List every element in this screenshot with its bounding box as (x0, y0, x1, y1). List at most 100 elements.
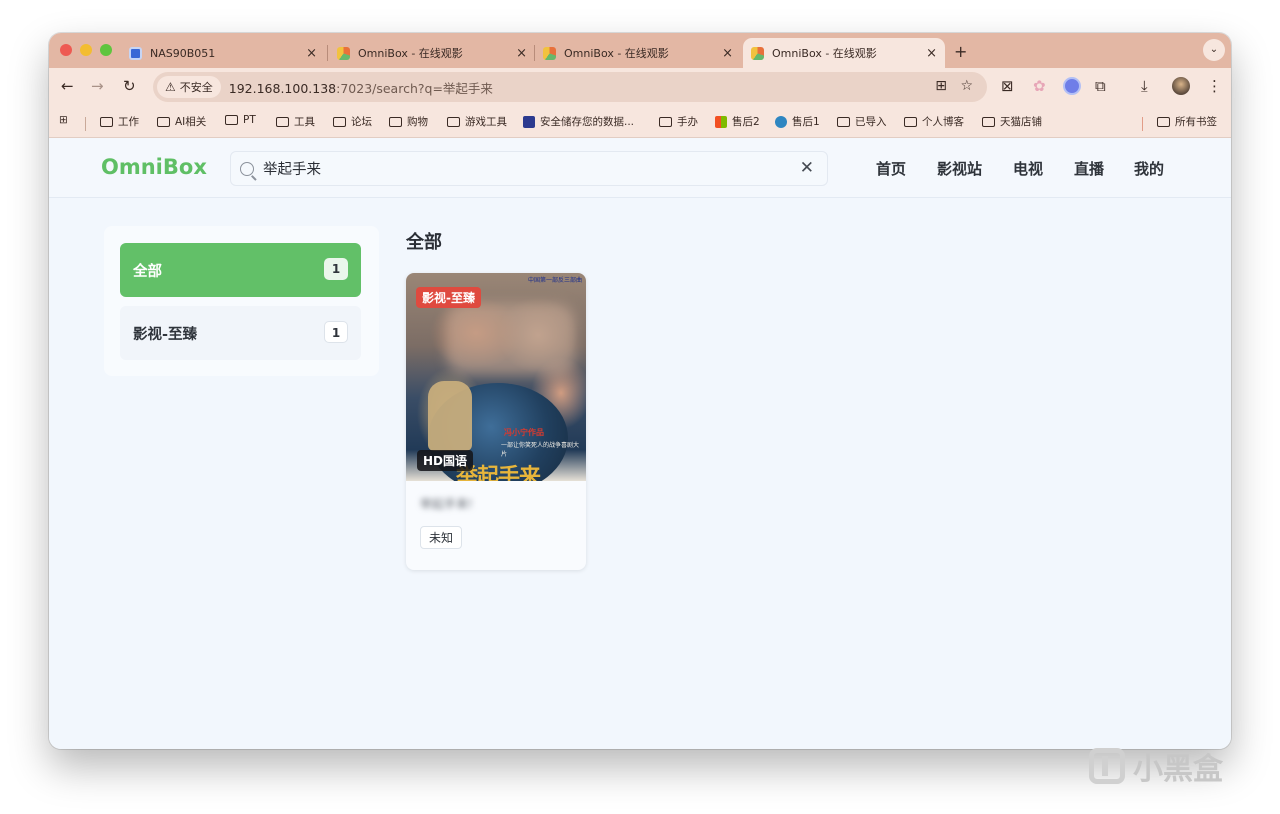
category-source[interactable]: 影视-至臻 1 (120, 306, 361, 360)
folder-icon (276, 116, 289, 127)
tab-title: OmniBox - 在线观影 (772, 47, 877, 60)
extension-icon[interactable] (1063, 77, 1081, 95)
extension-icon[interactable]: ✿ (1033, 77, 1046, 95)
profile-avatar[interactable] (1172, 77, 1190, 95)
card-title[interactable]: 举起手来! (420, 495, 473, 512)
tab-search-button[interactable]: ⌄ (1203, 39, 1225, 61)
bookmark-label: AI相关 (175, 116, 207, 128)
tab-close-icon[interactable]: × (516, 46, 527, 61)
download-icon[interactable]: ⤓ (1141, 77, 1148, 95)
nas-favicon-icon (129, 46, 142, 60)
translate-icon[interactable]: ⊞ (935, 78, 947, 94)
bookmark-folder[interactable]: 游戏工具 (447, 114, 507, 129)
bookmark-folder[interactable]: 天猫店铺 (982, 114, 1042, 129)
bookmark-folder[interactable]: AI相关 (157, 114, 206, 129)
folder-icon (1157, 116, 1170, 127)
bookmark-label: 售后2 (732, 116, 760, 128)
bookmark-folder[interactable]: 个人博客 (904, 114, 964, 129)
bookmark-link[interactable]: 安全储存您的数据... (523, 114, 634, 129)
result-card[interactable]: 中国第一部反三部曲 冯小宁作品 一部让你笑死人的战争喜剧大片 举起手来 影视-至… (406, 273, 586, 570)
folder-icon (333, 116, 346, 127)
bookmark-label: 工具 (294, 116, 315, 128)
category-count-badge: 1 (324, 258, 348, 280)
bookmark-folder[interactable]: 手办 (659, 114, 698, 129)
tab-nas[interactable]: NAS90B051 × (129, 38, 325, 68)
bookmark-label: 售后1 (792, 116, 820, 128)
menu-dots-icon[interactable]: ⋮ (1207, 77, 1222, 95)
forward-arrow-icon[interactable]: → (91, 77, 104, 95)
bookmark-link[interactable]: 售后1 (775, 114, 820, 129)
security-chip[interactable]: ⚠ 不安全 (157, 76, 221, 98)
back-arrow-icon[interactable]: ← (61, 77, 74, 95)
omnibox-favicon-icon (543, 46, 556, 60)
close-window-button[interactable] (60, 44, 72, 56)
bookmarks-bar: ⊞ 工作 AI相关 PT 工具 论坛 购物 游戏工具 安全储存您的数据... 手… (49, 106, 1231, 138)
minimize-window-button[interactable] (80, 44, 92, 56)
watermark-text: 小黑盒 (1133, 752, 1223, 787)
poster-blur-region (446, 303, 576, 375)
extensions-puzzle-icon[interactable]: ⧉ (1095, 77, 1106, 95)
bookmark-link[interactable]: 售后2 (715, 114, 760, 129)
tab-close-icon[interactable]: × (926, 46, 937, 61)
poster-figure (428, 381, 472, 451)
category-label: 全部 (133, 263, 162, 280)
url-text[interactable]: 192.168.100.138:7023/search?q=举起手来 (229, 78, 493, 97)
xiaoheihe-watermark: 小黑盒 (1089, 744, 1223, 788)
movie-poster[interactable]: 中国第一部反三部曲 冯小宁作品 一部让你笑死人的战争喜剧大片 举起手来 影视-至… (406, 273, 586, 481)
bookmark-folder[interactable]: 购物 (389, 114, 428, 129)
all-bookmarks-folder[interactable]: 所有书签 (1157, 114, 1217, 129)
source-badge: 影视-至臻 (416, 287, 481, 308)
tab-omnibox-active[interactable]: OmniBox - 在线观影 × (743, 38, 945, 68)
tab-omnibox-2[interactable]: OmniBox - 在线观影 × (543, 38, 741, 68)
new-tab-button[interactable]: + (954, 42, 967, 61)
folder-icon (225, 115, 238, 125)
folder-icon (100, 116, 113, 127)
page-content: OmniBox 举起手来 ✕ 首页 影视站 电视 直播 我的 全部 1 影视-至… (49, 138, 1231, 749)
screenshot-extension-icon[interactable]: ⊠ (1001, 77, 1014, 95)
nav-tv[interactable]: 电视 (1013, 158, 1043, 179)
omnibox-logo[interactable]: OmniBox (101, 155, 207, 179)
poster-top-text: 中国第一部反三部曲 (527, 277, 582, 284)
omnibox-favicon-icon (337, 46, 350, 60)
bookmark-folder[interactable]: 工作 (100, 114, 139, 129)
category-all[interactable]: 全部 1 (120, 243, 361, 297)
folder-icon (389, 116, 402, 127)
apps-grid-icon[interactable]: ⊞ (59, 114, 68, 126)
nav-home[interactable]: 首页 (876, 158, 906, 179)
browser-toolbar: ← → ↻ ⚠ 不安全 192.168.100.138:7023/search?… (49, 68, 1231, 106)
tab-close-icon[interactable]: × (306, 46, 317, 61)
bookmark-label: 已导入 (855, 116, 887, 128)
bookmark-folder[interactable]: 论坛 (333, 114, 372, 129)
bookmark-folder[interactable]: 已导入 (837, 114, 887, 129)
tab-separator (327, 45, 328, 61)
category-label: 影视-至臻 (133, 326, 198, 343)
clear-search-icon[interactable]: ✕ (800, 158, 814, 178)
bookmark-label: 天猫店铺 (1000, 116, 1042, 128)
url-path: :7023/search?q=举起手来 (336, 80, 493, 96)
bookmark-separator (1142, 117, 1143, 131)
folder-icon (659, 116, 672, 127)
bookmark-label: 论坛 (351, 116, 372, 128)
address-bar[interactable]: ⚠ 不安全 192.168.100.138:7023/search?q=举起手来… (153, 72, 987, 102)
bookmark-label: 工作 (118, 116, 139, 128)
nav-video-sites[interactable]: 影视站 (937, 158, 982, 179)
reload-icon[interactable]: ↻ (123, 77, 136, 95)
search-input[interactable]: 举起手来 (263, 158, 321, 179)
browser-window: NAS90B051 × OmniBox - 在线观影 × OmniBox - 在… (49, 33, 1231, 749)
bookmark-favicon-icon (523, 115, 535, 128)
tab-omnibox-1[interactable]: OmniBox - 在线观影 × (337, 38, 535, 68)
bookmark-star-icon[interactable]: ☆ (960, 78, 973, 94)
nav-mine[interactable]: 我的 (1134, 158, 1164, 179)
folder-icon (447, 116, 460, 127)
bookmark-folder[interactable]: 工具 (276, 114, 315, 129)
nav-live[interactable]: 直播 (1074, 158, 1104, 179)
tab-strip: NAS90B051 × OmniBox - 在线观影 × OmniBox - 在… (49, 33, 1231, 68)
category-sidebar: 全部 1 影视-至臻 1 (104, 226, 379, 376)
tab-close-icon[interactable]: × (722, 46, 733, 61)
search-box[interactable]: 举起手来 ✕ (230, 151, 828, 186)
bookmark-folder[interactable]: PT (225, 114, 256, 126)
bookmark-label: 所有书签 (1175, 116, 1217, 128)
xiaoheihe-logo-icon (1089, 748, 1125, 784)
bookmark-label: 安全储存您的数据... (540, 116, 635, 128)
maximize-window-button[interactable] (100, 44, 112, 56)
